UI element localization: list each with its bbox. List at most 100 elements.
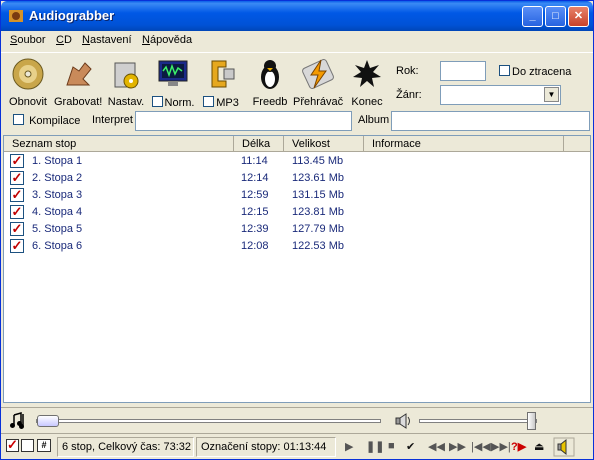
track-row[interactable]: ✓ 4. Stopa 4 12:15 123.81 Mb — [4, 204, 590, 221]
freedb-button[interactable]: Freedb — [251, 57, 289, 108]
track-length: 12:39 — [241, 223, 269, 235]
random-play-icon[interactable]: ?▶ — [511, 440, 526, 453]
normalize-checkbox[interactable] — [151, 96, 163, 107]
track-length: 12:14 — [241, 172, 269, 184]
menu-nastaveni[interactable]: Nastavení — [82, 34, 132, 46]
track-size: 131.15 Mb — [292, 189, 344, 201]
artist-input[interactable] — [135, 111, 352, 131]
minimize-button[interactable]: _ — [522, 6, 543, 27]
compilation-checkbox[interactable] — [13, 114, 24, 125]
column-header-length[interactable]: Délka — [234, 136, 284, 152]
track-row[interactable]: ✓ 6. Stopa 6 12:08 122.53 Mb — [4, 238, 590, 255]
track-length: 12:15 — [241, 206, 269, 218]
grab-hand-icon — [66, 62, 92, 86]
lost-option[interactable]: Do ztracena — [499, 65, 571, 78]
track-length: 11:14 — [241, 155, 268, 167]
stop-icon[interactable]: ■ — [388, 440, 395, 452]
year-input[interactable] — [440, 61, 486, 81]
track-name: 1. Stopa 1 — [32, 155, 83, 167]
track-name: 2. Stopa 2 — [32, 172, 83, 184]
column-header-info[interactable]: Informace — [364, 136, 564, 152]
next-track-icon[interactable]: ▶▶| — [491, 440, 511, 453]
grab-button[interactable]: Grabovat! — [54, 57, 102, 108]
window-title: Audiograbber — [29, 8, 115, 23]
track-checkbox[interactable]: ✓ — [10, 205, 24, 219]
lost-checkbox[interactable] — [499, 65, 510, 76]
position-slider[interactable] — [36, 415, 381, 427]
track-length: 12:59 — [241, 189, 269, 201]
column-header-tracks[interactable]: Seznam stop — [4, 136, 234, 152]
album-input[interactable] — [391, 111, 590, 131]
title-bar: Audiograbber _ □ ✕ — [1, 1, 593, 31]
player-button[interactable]: Přehrávač — [293, 57, 343, 108]
track-size: 123.61 Mb — [292, 172, 344, 184]
pause-icon[interactable]: ❚❚ — [366, 440, 384, 453]
check-all-icon[interactable]: ✓ — [6, 438, 19, 452]
app-window: Audiograbber _ □ ✕ Soubor CD Nastavení N… — [0, 0, 594, 460]
status-selection: Označení stopy: 01:13:44 — [196, 437, 336, 457]
compilation-option[interactable]: Kompilace — [13, 114, 80, 127]
track-checkbox[interactable]: ✓ — [10, 222, 24, 236]
track-row[interactable]: ✓ 5. Stopa 5 12:39 127.79 Mb — [4, 221, 590, 238]
player-lightning-icon — [302, 59, 334, 89]
menu-napoveda[interactable]: Nápověda — [142, 34, 192, 46]
year-label: Rok: — [396, 65, 419, 77]
exit-splat-icon — [353, 60, 381, 87]
cd-icon — [12, 58, 44, 90]
mp3-clamp-icon — [211, 60, 235, 88]
track-size: 122.53 Mb — [292, 240, 344, 252]
menu-soubor[interactable]: Soubor — [10, 34, 45, 46]
close-button[interactable]: ✕ — [568, 6, 589, 27]
track-name: 3. Stopa 3 — [32, 189, 83, 201]
maximize-button[interactable]: □ — [545, 6, 566, 27]
track-size: 127.79 Mb — [292, 223, 344, 235]
track-list[interactable]: Seznam stop Délka Velikost Informace ✓ 1.… — [3, 135, 591, 403]
grab-track-icon[interactable]: ✔ — [406, 440, 415, 453]
music-notes-icon — [10, 412, 24, 429]
genre-label: Žánr: — [396, 89, 422, 101]
status-bar: ✓ # 6 stop, Celkový čas: 73:32 Označení … — [1, 433, 593, 459]
rewind-icon[interactable]: ◀◀ — [428, 440, 445, 453]
uncheck-all-icon[interactable] — [21, 439, 34, 452]
column-header-size[interactable]: Velikost — [284, 136, 364, 152]
mp3-checkbox[interactable] — [203, 96, 215, 107]
track-length: 12:08 — [241, 240, 269, 252]
volume-slider[interactable] — [419, 412, 537, 430]
track-name: 4. Stopa 4 — [32, 206, 83, 218]
album-label: Album — [358, 114, 390, 126]
track-checkbox[interactable]: ✓ — [10, 239, 24, 253]
genre-select[interactable]: ▼ — [440, 85, 561, 105]
track-size: 123.81 Mb — [292, 206, 344, 218]
exit-button[interactable]: Konec — [348, 57, 386, 108]
eject-icon[interactable]: ⏏ — [534, 440, 544, 453]
volume-icon[interactable] — [553, 437, 575, 457]
status-summary: 6 stop, Celkový čas: 73:32 — [57, 437, 194, 457]
settings-gear-icon — [114, 62, 139, 89]
chevron-down-icon[interactable]: ▼ — [544, 87, 559, 102]
toolbar: Obnovit Grabovat! Nastav. Norm. MP3 Free… — [1, 52, 593, 109]
fast-forward-icon[interactable]: ▶▶ — [449, 440, 466, 453]
volume-slider-thumb[interactable] — [527, 412, 536, 430]
track-checkbox[interactable]: ✓ — [10, 171, 24, 185]
track-name: 6. Stopa 6 — [32, 240, 83, 252]
track-row[interactable]: ✓ 2. Stopa 2 12:14 123.61 Mb — [4, 170, 590, 187]
penguin-icon — [261, 60, 279, 89]
position-slider-thumb[interactable] — [37, 415, 59, 427]
invert-selection-icon[interactable]: # — [37, 439, 51, 452]
track-list-header: Seznam stop Délka Velikost Informace — [4, 136, 590, 152]
mp3-toggle[interactable]: MP3 — [199, 57, 243, 109]
refresh-button[interactable]: Obnovit — [8, 57, 48, 108]
track-checkbox[interactable]: ✓ — [10, 188, 24, 202]
menu-cd[interactable]: CD — [56, 34, 72, 46]
artist-label: Interpret — [92, 114, 133, 126]
track-row[interactable]: ✓ 1. Stopa 1 11:14 113.45 Mb — [4, 153, 590, 170]
track-checkbox[interactable]: ✓ — [10, 154, 24, 168]
play-icon[interactable]: ▶ — [345, 440, 353, 453]
menu-bar: Soubor CD Nastavení Nápověda — [1, 31, 593, 50]
track-name: 5. Stopa 5 — [32, 223, 83, 235]
previous-track-icon[interactable]: |◀◀ — [471, 440, 491, 453]
monitor-wave-icon — [158, 60, 188, 86]
settings-button[interactable]: Nastav. — [107, 57, 145, 108]
normalize-toggle[interactable]: Norm. — [151, 57, 195, 109]
track-row[interactable]: ✓ 3. Stopa 3 12:59 131.15 Mb — [4, 187, 590, 204]
